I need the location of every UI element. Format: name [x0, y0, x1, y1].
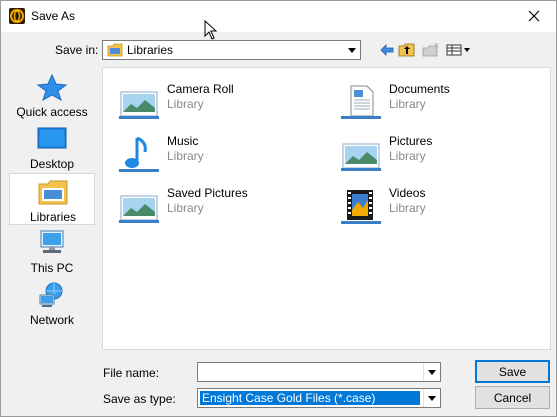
- picture-library-icon: [119, 91, 159, 119]
- file-name-dropdown-button[interactable]: [423, 363, 440, 381]
- place-this-pc[interactable]: This PC: [9, 225, 95, 277]
- item-type: Library: [167, 149, 204, 163]
- save-as-type-label: Save as type:: [103, 392, 176, 406]
- list-item-music[interactable]: Music Library: [109, 130, 319, 176]
- item-name: Documents: [389, 82, 450, 96]
- new-folder-icon: [422, 43, 439, 57]
- item-type: Library: [389, 201, 426, 215]
- list-item-documents[interactable]: Documents Library: [331, 78, 541, 124]
- network-icon: [39, 282, 63, 307]
- save-as-type-dropdown-button[interactable]: [423, 389, 440, 407]
- save-in-combo[interactable]: Libraries: [102, 40, 361, 60]
- list-item-saved-pictures[interactable]: Saved Pictures Library: [109, 182, 319, 228]
- view-menu-button[interactable]: [445, 41, 473, 59]
- mouse-cursor-icon: [204, 20, 218, 40]
- title-bar: Save As: [1, 1, 556, 32]
- picture-library-icon: [119, 195, 159, 223]
- place-label: Desktop: [29, 157, 75, 171]
- chevron-down-icon: [428, 369, 436, 375]
- window-title: Save As: [31, 9, 76, 23]
- save-as-type-value: Ensight Case Gold Files (*.case): [202, 391, 376, 405]
- list-item-camera-roll[interactable]: Camera Roll Library: [109, 78, 319, 124]
- videos-library-icon: [341, 190, 381, 224]
- item-type: Library: [389, 149, 426, 163]
- chevron-down-icon: [428, 395, 436, 401]
- up-one-level-button[interactable]: [397, 41, 417, 59]
- place-label: Quick access: [16, 105, 88, 119]
- close-button[interactable]: [518, 4, 550, 28]
- picture-library-icon: [341, 143, 381, 171]
- desktop-icon: [37, 127, 67, 149]
- place-label: Libraries: [29, 210, 77, 224]
- new-folder-button[interactable]: [421, 41, 441, 59]
- save-as-dialog: Save As Save in: Libraries Quick access …: [0, 0, 557, 417]
- save-as-type-select[interactable]: Ensight Case Gold Files (*.case): [197, 388, 441, 408]
- save-in-dropdown-button[interactable]: [343, 41, 360, 59]
- places-bar: Quick access Desktop Libraries This PC N…: [9, 67, 95, 335]
- file-list: Camera Roll Library Documents Library Mu…: [102, 67, 551, 350]
- item-name: Music: [167, 134, 199, 148]
- place-label: Network: [29, 313, 74, 327]
- item-type: Library: [167, 97, 204, 111]
- item-name: Saved Pictures: [167, 186, 248, 200]
- up-folder-icon: [398, 43, 415, 57]
- app-icon: [9, 8, 25, 24]
- cancel-button[interactable]: Cancel: [475, 386, 550, 409]
- back-arrow-icon: [380, 44, 394, 56]
- music-library-icon: [119, 136, 159, 172]
- save-button[interactable]: Save: [475, 360, 550, 383]
- place-label: This PC: [30, 261, 74, 275]
- close-icon: [528, 10, 540, 22]
- save-in-label: Save in:: [55, 43, 99, 57]
- view-menu-icon: [446, 44, 470, 56]
- item-type: Library: [167, 201, 204, 215]
- item-type: Library: [389, 97, 426, 111]
- quick-access-icon: [36, 73, 68, 101]
- place-desktop[interactable]: Desktop: [9, 121, 95, 173]
- save-in-value: Libraries: [127, 43, 174, 57]
- list-item-pictures[interactable]: Pictures Library: [331, 130, 541, 176]
- libraries-folder-icon: [107, 43, 123, 57]
- libraries-icon: [38, 180, 68, 205]
- file-name-label: File name:: [103, 366, 160, 380]
- chevron-down-icon: [347, 47, 356, 53]
- item-name: Videos: [389, 186, 426, 200]
- place-network[interactable]: Network: [9, 277, 95, 329]
- documents-library-icon: [341, 85, 381, 119]
- this-pc-icon: [40, 230, 64, 253]
- place-quick-access[interactable]: Quick access: [9, 69, 95, 121]
- item-name: Camera Roll: [167, 82, 234, 96]
- list-item-videos[interactable]: Videos Library: [331, 182, 541, 228]
- back-button[interactable]: [377, 41, 397, 59]
- file-name-field[interactable]: [197, 362, 441, 382]
- item-name: Pictures: [389, 134, 433, 148]
- place-libraries[interactable]: Libraries: [9, 173, 95, 225]
